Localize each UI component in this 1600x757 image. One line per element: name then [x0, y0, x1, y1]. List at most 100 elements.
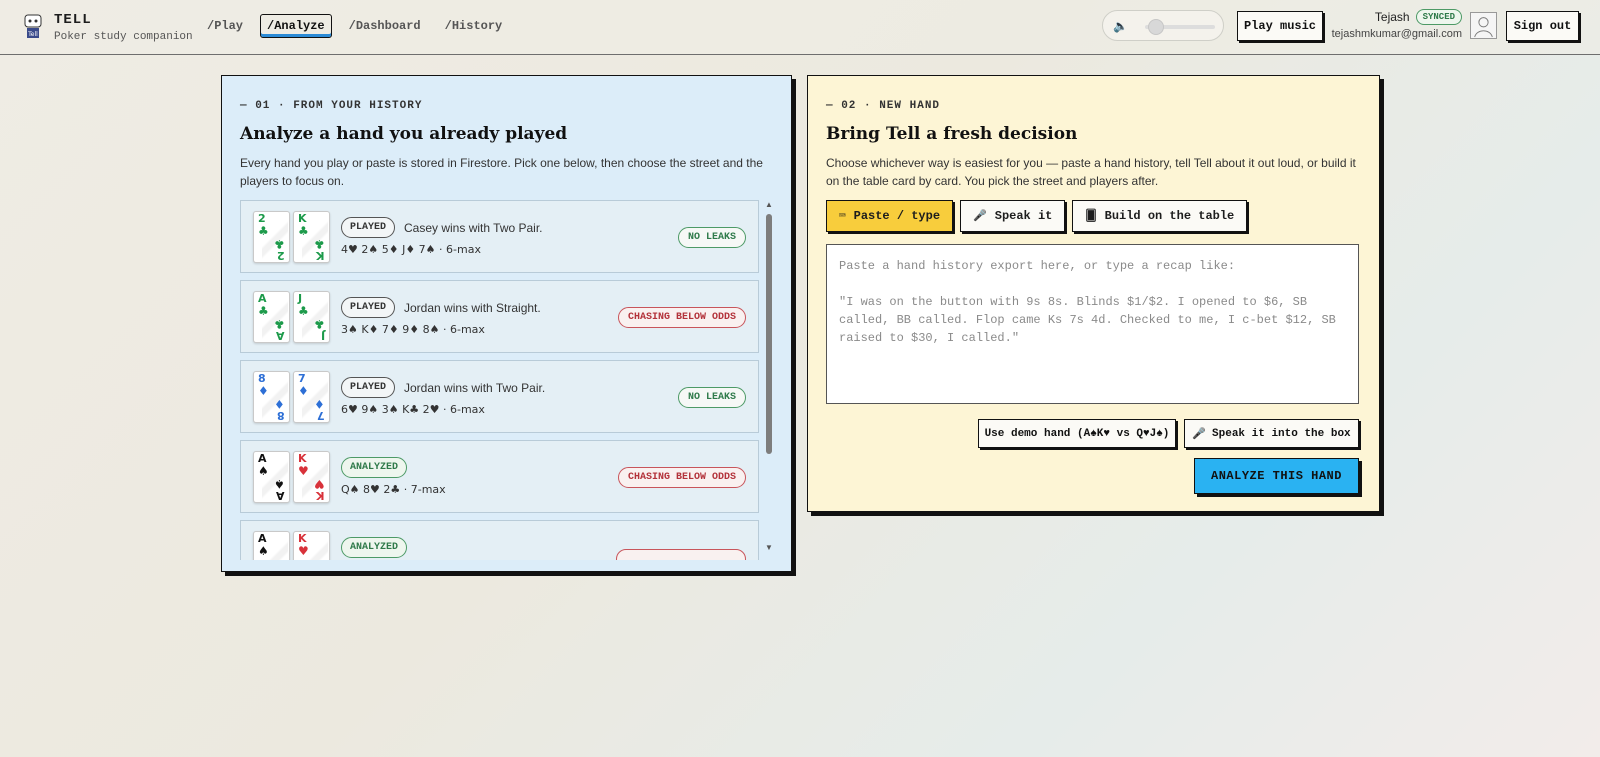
hand-type-badge: ANALYZED [341, 537, 408, 558]
sync-badge: SYNCED [1415, 9, 1462, 25]
history-panel: — 01 · FROM YOUR HISTORY Analyze a hand … [221, 75, 792, 572]
user-info: Tejash SYNCED tejashmkumar@gmail.com [1330, 9, 1462, 40]
hand-board: 6♥ 9♠ 3♠ K♣ 2♥ · 6-max [341, 403, 485, 416]
nav-dashboard[interactable]: /Dashboard [342, 14, 428, 38]
card-suit-icon: ♣ [258, 224, 269, 238]
speak-into-box-label: Speak it into the box [1212, 427, 1351, 440]
hand-summary: Jordan wins with Straight. [404, 301, 541, 315]
use-demo-hand-button[interactable]: Use demo hand (A♠K♥ vs Q♥J♠) [978, 419, 1176, 448]
play-music-button[interactable]: Play music [1237, 11, 1323, 41]
user-email: tejashmkumar@gmail.com [1331, 28, 1462, 40]
input-mode-tabs: ⌨ Paste / type 🎤 Speak it 🂠 Build on the… [826, 200, 1254, 232]
hand-history-input[interactable]: Paste a hand history export here, or typ… [826, 244, 1359, 404]
volume-thumb[interactable] [1148, 19, 1165, 35]
tab-paste-type[interactable]: ⌨ Paste / type [826, 200, 954, 232]
tab-label: Speak it [994, 209, 1053, 223]
card-icon: 🂠 [1085, 211, 1097, 223]
leak-status-badge: NO LEAKS [677, 387, 746, 408]
new-hand-title: Bring Tell a fresh decision [826, 124, 1078, 144]
new-hand-eyebrow: — 02 · NEW HAND [826, 100, 941, 112]
speak-into-box-button[interactable]: 🎤 Speak it into the box [1184, 419, 1359, 448]
microphone-icon: 🎤 [973, 211, 987, 223]
hand-summary: Casey wins with Two Pair. [404, 221, 543, 235]
card-suit-icon: ♥ [314, 557, 325, 560]
volume-slider[interactable]: 🔈 [1102, 10, 1224, 41]
card-suit-icon: ♣ [258, 304, 269, 318]
card-suit-icon: ♠ [258, 464, 269, 478]
nav-analyze[interactable]: /Analyze [260, 14, 332, 38]
card-suit-icon: ♦ [298, 384, 309, 398]
leak-status-badge: CHASING BELOW ODDS [617, 467, 746, 488]
leak-status-badge: CHASING BELOW ODDS [617, 307, 746, 328]
playing-card: 2 ♣ ♣ 2 [253, 211, 290, 263]
nav-history[interactable]: /History [438, 14, 510, 38]
card-rank: J [320, 329, 325, 342]
hand-type-badge: ANALYZED [341, 457, 408, 478]
tab-label: Paste / type [853, 209, 941, 223]
scrollbar-thumb[interactable] [766, 214, 772, 454]
hand-history-list[interactable]: 2 ♣ ♣ 2 K ♣ ♣ K PLAYED Casey wins with Two Pair. 4… [240, 200, 759, 560]
card-rank: K [316, 249, 325, 262]
svg-text:Tell: Tell [27, 31, 38, 38]
tab-label: Build on the table [1104, 209, 1235, 223]
card-suit-icon: ♣ [298, 304, 309, 318]
history-title: Analyze a hand you already played [240, 124, 568, 144]
hand-type-badge: PLAYED [341, 217, 396, 238]
keyboard-icon: ⌨ [839, 211, 846, 223]
card-rank: A [276, 329, 285, 342]
logo-icon: Tell [24, 14, 42, 38]
card-suit-icon: ♠ [274, 557, 285, 560]
microphone-icon: 🎤 [1192, 428, 1207, 441]
new-hand-panel: — 02 · NEW HAND Bring Tell a fresh decis… [807, 75, 1380, 512]
tab-build-on-table[interactable]: 🂠 Build on the table [1072, 200, 1248, 232]
main-nav: /Play /Analyze /Dashboard /History [200, 14, 519, 38]
app-name: TELL [54, 12, 92, 28]
card-rank: K [316, 489, 325, 502]
hand-row[interactable]: 2 ♣ ♣ 2 K ♣ ♣ K PLAYED Casey wins with Two Pair. 4… [240, 200, 759, 273]
card-rank: 8 [277, 409, 285, 422]
leak-status-badge: NO LEAKS [677, 227, 746, 248]
playing-card: A♠♠A [253, 451, 290, 503]
scroll-down-icon[interactable]: ▼ [765, 543, 773, 552]
card-suit-icon: ♠ [258, 544, 269, 558]
top-bar: Tell TELL Poker study companion /Play /A… [0, 0, 1600, 55]
hand-board: Q♠ 8♥ 2♣ · 7-max [341, 483, 446, 496]
hand-board: 3♠ K♦ 7♦ 9♦ 8♠ · 6-max [341, 323, 485, 336]
card-suit-icon: ♥ [298, 464, 309, 478]
hand-row[interactable]: A ♣ ♣ A J ♣ ♣ J PLAYED Jordan wins with Straight.… [240, 280, 759, 353]
sign-out-button[interactable]: Sign out [1506, 11, 1579, 41]
scroll-up-icon[interactable]: ▲ [765, 200, 773, 209]
app-tagline: Poker study companion [54, 31, 193, 43]
playing-card: K♥♥K [293, 531, 330, 560]
playing-card: A♠♠A [253, 531, 290, 560]
new-hand-description: Choose whichever way is easiest for you … [826, 156, 1356, 188]
hand-row[interactable]: A♠♠AK♥♥KANALYZED [240, 520, 759, 560]
speaker-icon: 🔈 [1113, 19, 1128, 33]
playing-card: K♥♥K [293, 451, 330, 503]
analyze-hand-button[interactable]: ANALYZE THIS HAND [1194, 458, 1359, 494]
history-scrollbar[interactable]: ▲ ▼ [764, 200, 774, 552]
card-suit-icon: ♣ [298, 224, 309, 238]
playing-card: A ♣ ♣ A [253, 291, 290, 343]
avatar[interactable] [1470, 12, 1497, 39]
hand-type-badge: PLAYED [341, 377, 396, 398]
hand-row[interactable]: A ♠ ♠ A K ♥ ♥ K ANALYZED Q♠ 8♥ 2♣ · 7-max CHASING … [240, 440, 759, 513]
brand[interactable]: Tell TELL Poker study companion [22, 10, 193, 43]
hand-row[interactable]: 8 ♦ ♦ 8 7 ♦ ♦ 7 PLAYED Jordan wins with Two Pair.… [240, 360, 759, 433]
tab-speak-it[interactable]: 🎤 Speak it [960, 200, 1066, 232]
playing-card: 8 ♦ ♦ 8 [253, 371, 290, 423]
card-rank: A [276, 489, 285, 502]
user-name: Tejash [1374, 10, 1410, 24]
nav-play[interactable]: /Play [200, 14, 250, 38]
card-rank: 7 [317, 409, 325, 422]
playing-card: J ♣ ♣ J [293, 291, 330, 343]
history-description: Every hand you play or paste is stored i… [240, 156, 763, 188]
hand-board: 4♥ 2♠ 5♦ J♦ 7♠ · 6-max [341, 243, 481, 256]
hand-type-badge: PLAYED [341, 297, 396, 318]
playing-card: K ♣ ♣ K [293, 211, 330, 263]
hand-summary: Jordan wins with Two Pair. [404, 381, 546, 395]
card-rank: 2 [277, 249, 285, 262]
card-suit-icon: ♥ [298, 544, 309, 558]
card-suit-icon: ♦ [258, 384, 269, 398]
history-eyebrow: — 01 · FROM YOUR HISTORY [240, 100, 423, 112]
